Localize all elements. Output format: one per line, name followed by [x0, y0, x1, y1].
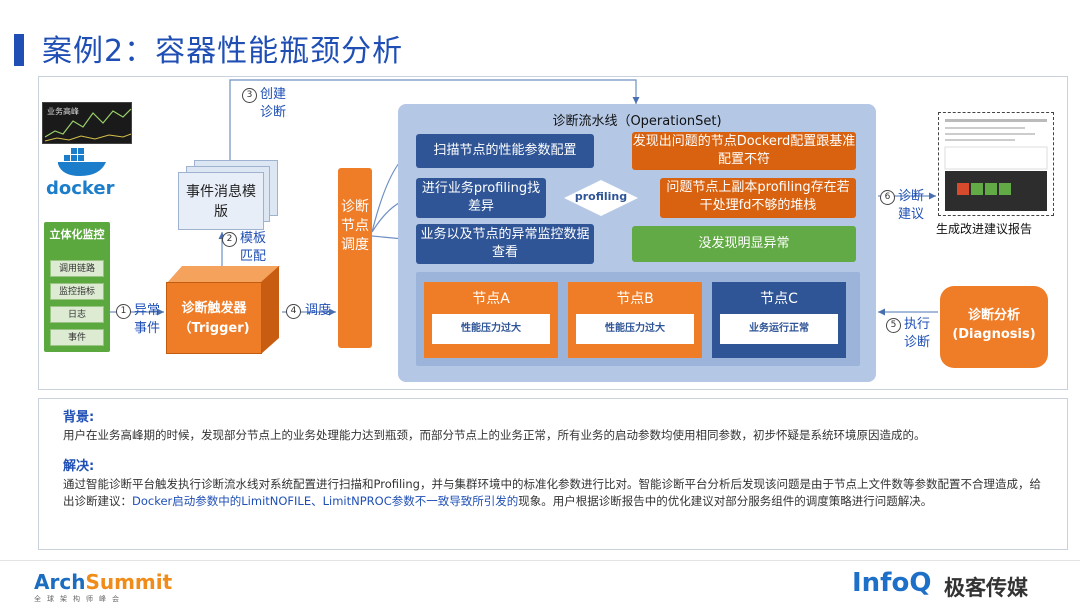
step-4-number: 4	[286, 304, 301, 319]
step-5-number: 5	[886, 318, 901, 333]
event-template-label: 事件消息模版	[186, 184, 256, 220]
chart-label: 业务高峰	[47, 107, 79, 116]
step-3-label: 创建诊断	[260, 87, 287, 120]
pipeline-finding-config: 发现出问题的节点Dockerd配置跟基准配置不符	[632, 132, 856, 170]
report-preview-graphic	[944, 119, 1048, 211]
step-1-label: 异常事件	[134, 303, 161, 336]
step-6-number: 6	[880, 190, 895, 205]
docker-label: docker	[46, 178, 115, 199]
background-heading: 背景:	[63, 410, 95, 425]
solution-heading: 解决:	[63, 459, 95, 474]
pipeline-finding-monitor: 没发现明显异常	[632, 226, 856, 262]
report-caption: 生成改进建议报告	[936, 222, 1033, 236]
diagnosis-trigger: 诊断触发器（Trigger)	[166, 282, 262, 354]
pipeline-step-scan: 扫描节点的性能参数配置	[416, 134, 594, 168]
step-2-number: 2	[222, 232, 237, 247]
node-a-name: 节点A	[472, 291, 510, 307]
arch-logo-a: Arch	[34, 570, 86, 594]
arch-logo-b: Summit	[85, 570, 173, 594]
step-6-label: 诊断建议	[898, 189, 925, 222]
solution-highlight: Docker启动参数中的LimitNOFILE、LimitNPROC参数不一致导…	[132, 494, 519, 508]
step-4-label: 调度	[305, 303, 332, 318]
node-b: 节点B 性能压力过大	[568, 282, 702, 358]
pipeline-step-profiling: 进行业务profiling找差异	[416, 178, 546, 218]
solution-text: 通过智能诊断平台触发执行诊断流水线对系统配置进行扫描和Profiling，并与集…	[63, 476, 1043, 510]
report-thumbnail	[938, 112, 1054, 216]
diagnosis-analysis: 诊断分析(Diagnosis)	[940, 286, 1048, 368]
node-c-status: 业务运行正常	[720, 314, 838, 344]
monitoring-title: 立体化监控	[49, 228, 105, 241]
step-3-number: 3	[242, 88, 257, 103]
monitor-item-logs: 日志	[50, 306, 104, 323]
step-1-number: 1	[116, 304, 131, 319]
step-5-label: 执行诊断	[904, 317, 931, 350]
pipeline-title: 诊断流水线（OperationSet)	[552, 114, 722, 129]
monitor-item-trace: 调用链路	[50, 260, 104, 277]
profiling-diamond-label: profiling	[574, 190, 628, 203]
pipeline-finding-profiling: 问题节点上副本profiling存在若干处理fd不够的堆栈	[660, 178, 856, 218]
background-text: 用户在业务高峰期的时候，发现部分节点上的业务处理能力达到瓶颈，而部分节点上的业务…	[63, 428, 926, 442]
monitor-item-metrics: 监控指标	[50, 283, 104, 300]
node-a: 节点A 性能压力过大	[424, 282, 558, 358]
node-b-name: 节点B	[616, 291, 654, 307]
step-2-label: 模板匹配	[240, 231, 267, 264]
pipeline-step-monitor: 业务以及节点的异常监控数据查看	[416, 224, 594, 264]
archsummit-subtitle: 全球架构师峰会	[34, 595, 125, 603]
node-c: 节点C 业务运行正常	[712, 282, 846, 358]
node-scheduler: 诊断节点调度	[338, 168, 372, 348]
node-b-status: 性能压力过大	[576, 314, 694, 344]
archsummit-logo: ArchSummit	[34, 570, 172, 594]
docker-whale-icon	[58, 148, 106, 176]
description-panel: 背景: 用户在业务高峰期的时候，发现部分节点上的业务处理能力达到瓶颈，而部分节点…	[38, 398, 1068, 550]
node-a-status: 性能压力过大	[432, 314, 550, 344]
node-c-name: 节点C	[760, 291, 798, 307]
geek-media-logo: 极客传媒	[944, 576, 1028, 600]
footer-divider	[0, 560, 1080, 561]
solution-text-b: 现象。用户根据诊断报告中的优化建议对部分服务组件的调度策略进行问题解决。	[518, 494, 933, 508]
infoq-logo: InfoQ	[852, 568, 932, 598]
monitor-item-events: 事件	[50, 329, 104, 346]
